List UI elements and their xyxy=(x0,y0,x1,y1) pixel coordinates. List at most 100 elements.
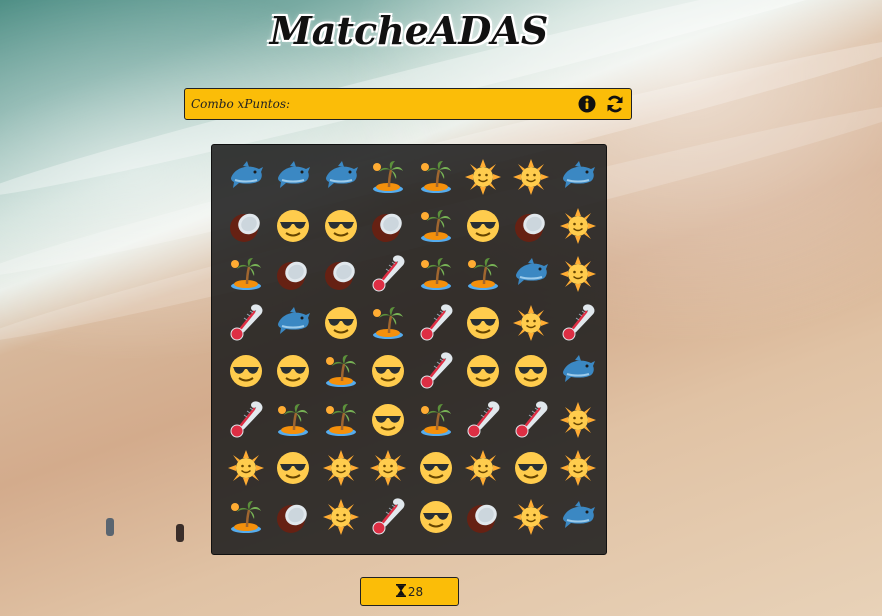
tile-island[interactable] xyxy=(412,204,460,253)
sunglasses-icon xyxy=(369,401,407,443)
tile-sunglasses[interactable] xyxy=(222,349,270,398)
thermometer-icon xyxy=(464,401,502,443)
tile-sunglasses[interactable] xyxy=(507,446,555,495)
tile-sunglasses[interactable] xyxy=(270,204,318,253)
sunglasses-icon xyxy=(322,207,360,249)
sun-icon xyxy=(559,207,597,249)
combo-bar: Combo xPuntos: xyxy=(184,88,632,120)
tile-thermometer[interactable] xyxy=(222,398,270,447)
tile-island[interactable] xyxy=(460,252,508,301)
tile-coconut[interactable] xyxy=(270,252,318,301)
tile-sun[interactable] xyxy=(317,495,365,544)
tile-sunglasses[interactable] xyxy=(460,301,508,350)
tile-sun[interactable] xyxy=(507,155,555,204)
tile-sunglasses[interactable] xyxy=(365,349,413,398)
sunglasses-icon xyxy=(274,207,312,249)
island-icon xyxy=(322,401,360,443)
tile-coconut[interactable] xyxy=(365,204,413,253)
thermometer-icon xyxy=(369,255,407,297)
combo-label: Combo xPuntos: xyxy=(191,97,291,111)
tile-island[interactable] xyxy=(270,398,318,447)
island-icon xyxy=(227,498,265,540)
tile-coconut[interactable] xyxy=(460,495,508,544)
tile-island[interactable] xyxy=(412,155,460,204)
sunglasses-icon xyxy=(464,304,502,346)
tile-thermometer[interactable] xyxy=(222,301,270,350)
tile-sunglasses[interactable] xyxy=(460,204,508,253)
info-circle-icon[interactable] xyxy=(577,94,597,114)
tile-dolphin[interactable] xyxy=(317,155,365,204)
sunglasses-icon xyxy=(512,352,550,394)
tile-thermometer[interactable] xyxy=(412,301,460,350)
tile-dolphin[interactable] xyxy=(555,155,603,204)
tile-sunglasses[interactable] xyxy=(412,446,460,495)
island-icon xyxy=(322,352,360,394)
tile-sun[interactable] xyxy=(507,495,555,544)
sunglasses-icon xyxy=(274,449,312,491)
tile-coconut[interactable] xyxy=(507,204,555,253)
tile-thermometer[interactable] xyxy=(412,349,460,398)
coconut-icon xyxy=(274,498,312,540)
tile-sunglasses[interactable] xyxy=(270,349,318,398)
sun-icon xyxy=(512,304,550,346)
tile-sunglasses[interactable] xyxy=(460,349,508,398)
tile-sun[interactable] xyxy=(365,446,413,495)
beach-person xyxy=(106,518,114,536)
tile-island[interactable] xyxy=(222,252,270,301)
sunglasses-icon xyxy=(464,352,502,394)
tile-sun[interactable] xyxy=(460,155,508,204)
sun-icon xyxy=(322,449,360,491)
tile-island[interactable] xyxy=(317,398,365,447)
tile-sun[interactable] xyxy=(222,446,270,495)
tile-sun[interactable] xyxy=(317,446,365,495)
tile-island[interactable] xyxy=(365,301,413,350)
tile-dolphin[interactable] xyxy=(270,155,318,204)
tile-sun[interactable] xyxy=(507,301,555,350)
sun-icon xyxy=(559,255,597,297)
thermometer-icon xyxy=(417,304,455,346)
tile-island[interactable] xyxy=(317,349,365,398)
tile-dolphin[interactable] xyxy=(270,301,318,350)
tile-island[interactable] xyxy=(365,155,413,204)
hourglass-icon xyxy=(395,583,406,600)
tile-island[interactable] xyxy=(412,398,460,447)
tile-sun[interactable] xyxy=(555,204,603,253)
sunglasses-icon xyxy=(512,449,550,491)
tile-grid xyxy=(222,155,597,544)
tile-dolphin[interactable] xyxy=(555,349,603,398)
tile-sunglasses[interactable] xyxy=(507,349,555,398)
refresh-icon[interactable] xyxy=(605,94,625,114)
sun-icon xyxy=(369,449,407,491)
tile-sunglasses[interactable] xyxy=(317,204,365,253)
thermometer-icon xyxy=(227,401,265,443)
tile-coconut[interactable] xyxy=(222,204,270,253)
dolphin-icon xyxy=(512,255,550,297)
island-icon xyxy=(417,158,455,200)
coconut-icon xyxy=(464,498,502,540)
tile-sunglasses[interactable] xyxy=(365,398,413,447)
tile-sun[interactable] xyxy=(555,446,603,495)
tile-dolphin[interactable] xyxy=(222,155,270,204)
island-icon xyxy=(417,255,455,297)
sun-icon xyxy=(559,401,597,443)
timer-display: 28 xyxy=(360,577,459,606)
tile-dolphin[interactable] xyxy=(507,252,555,301)
tile-sunglasses[interactable] xyxy=(412,495,460,544)
tile-thermometer[interactable] xyxy=(460,398,508,447)
tile-thermometer[interactable] xyxy=(555,301,603,350)
tile-island[interactable] xyxy=(222,495,270,544)
tile-sunglasses[interactable] xyxy=(270,446,318,495)
tile-coconut[interactable] xyxy=(317,252,365,301)
tile-island[interactable] xyxy=(412,252,460,301)
tile-thermometer[interactable] xyxy=(365,252,413,301)
tile-thermometer[interactable] xyxy=(507,398,555,447)
tile-sun[interactable] xyxy=(555,252,603,301)
sunglasses-icon xyxy=(274,352,312,394)
tile-thermometer[interactable] xyxy=(365,495,413,544)
tile-coconut[interactable] xyxy=(270,495,318,544)
tile-sun[interactable] xyxy=(460,446,508,495)
tile-dolphin[interactable] xyxy=(555,495,603,544)
tile-sunglasses[interactable] xyxy=(317,301,365,350)
tile-sun[interactable] xyxy=(555,398,603,447)
sunglasses-icon xyxy=(464,207,502,249)
